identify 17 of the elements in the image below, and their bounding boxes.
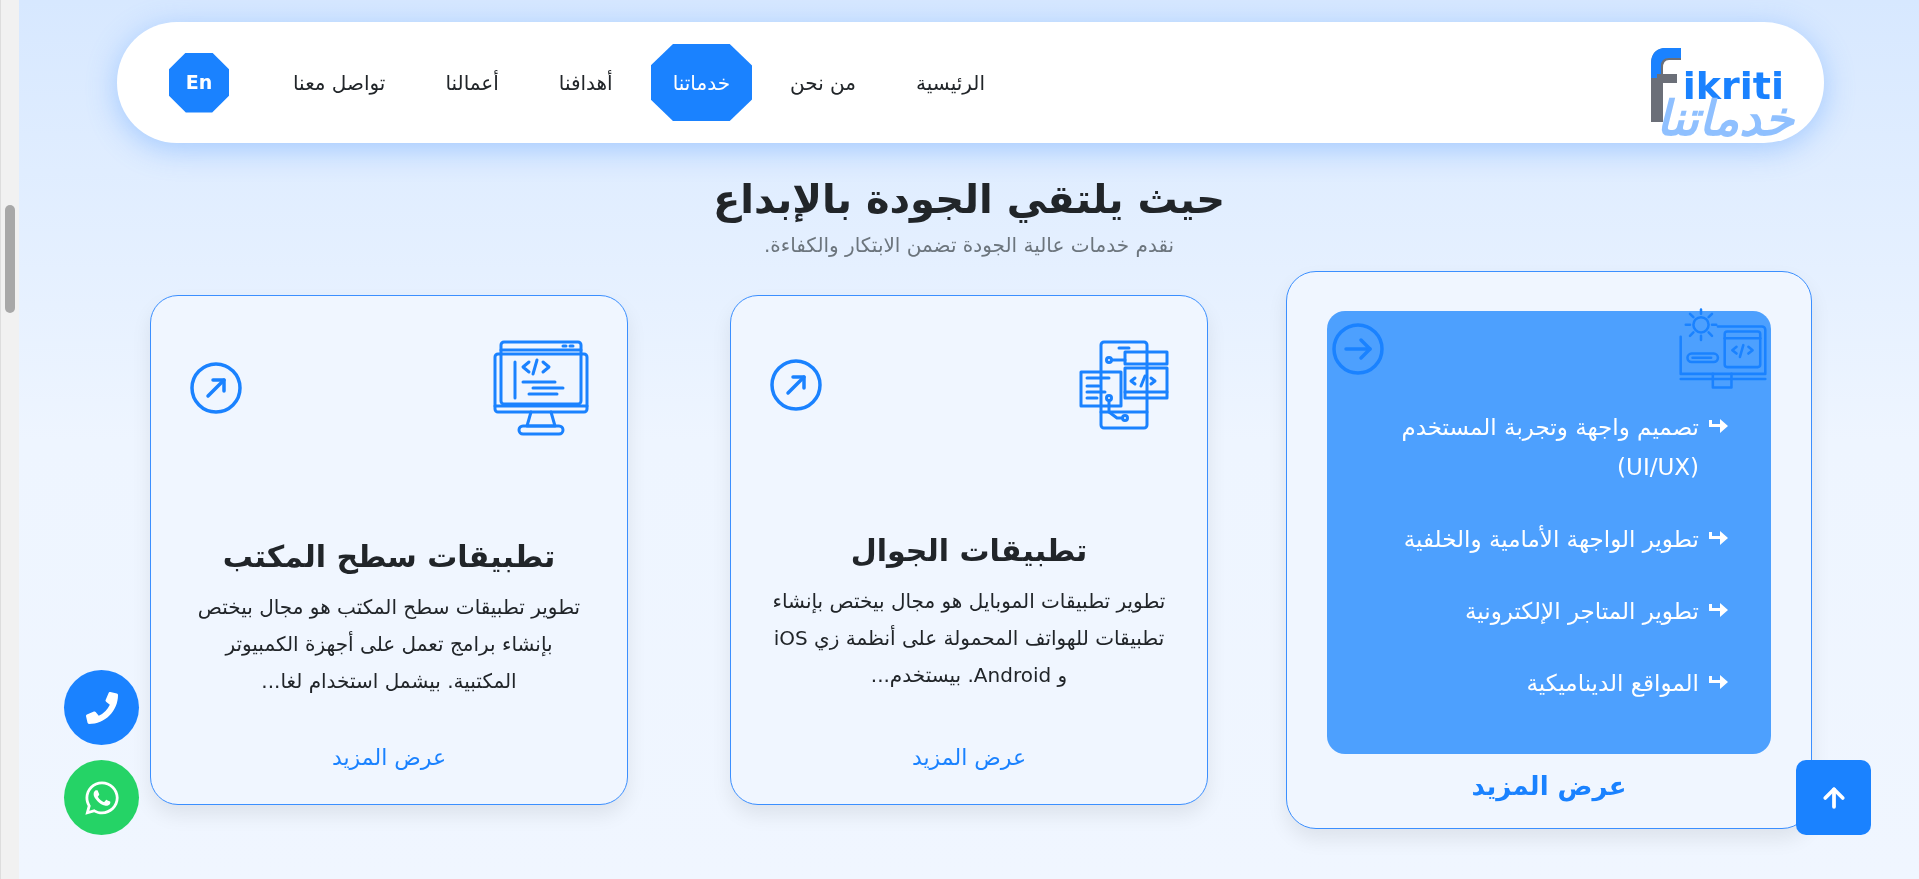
language-button[interactable]: En <box>169 52 229 113</box>
section-subheading: نقدم خدمات عالية الجودة تضمن الابتكار والكفاءة. <box>763 232 1175 259</box>
feature-item: تطوير الواجهة الأمامية والخلفية <box>1403 524 1699 555</box>
nav-link[interactable]: أهدافنا <box>536 44 635 121</box>
nav-link[interactable]: خدماتنا <box>650 44 753 121</box>
nav-link[interactable]: من نحن <box>768 44 879 121</box>
nav-link[interactable]: الرئيسية <box>894 44 1007 121</box>
card-title: تطبيقات الجوال <box>850 532 1088 570</box>
feature-item: تطوير المتاجر الإلكترونية <box>1464 597 1699 627</box>
feature-item: تصميم واجهة وتجربة المستخدم (UI/UX) <box>1400 413 1699 482</box>
card-description: تطوير تطبيقات الموبايل هو مجال بيختص بإنشاء تطبيقات للهواتف المحمولة على أنظمة زي iOS و Android. بيستخدم... <box>771 588 1167 689</box>
card-title: تطبيقات سطح المكتب <box>222 538 556 576</box>
feature-item: المواقع الديناميكية <box>1526 669 1699 699</box>
card-description: تطوير تطبيقات سطح المكتب هو مجال بيختص بإنشاء برامج تعمل على أجهزة الكمبيوتر المكتبية. بيشمل استخدام لغا... <box>196 594 582 695</box>
nav-link[interactable]: أعمالنا <box>423 44 521 121</box>
section-heading: حيث يلتقي الجودة بالإبداع <box>713 175 1225 225</box>
nav-link[interactable]: تواصل معنا <box>271 44 408 121</box>
